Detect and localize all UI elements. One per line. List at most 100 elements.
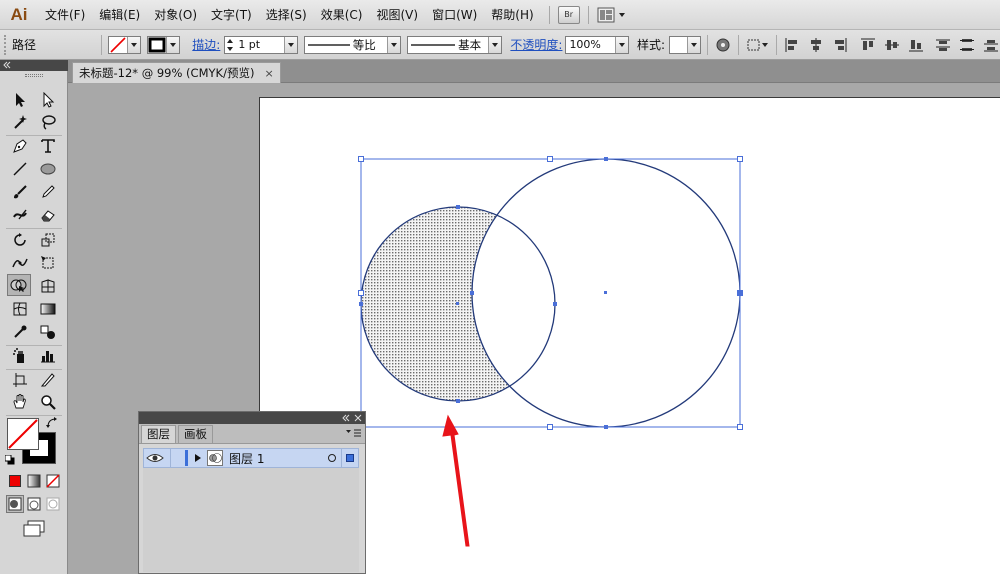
menu-effect[interactable]: 效果(C) (314, 0, 370, 30)
ellipse-tool[interactable] (36, 158, 60, 180)
bridge-button[interactable]: Br (557, 5, 580, 24)
selection-tool[interactable] (8, 89, 32, 111)
target-circle-icon[interactable] (327, 453, 337, 463)
gradient-mode-button[interactable] (25, 473, 43, 489)
align-horizontal-center-button[interactable] (807, 36, 825, 54)
zoom-tool[interactable] (36, 391, 60, 413)
arrange-documents-button[interactable] (597, 7, 627, 23)
document-tab[interactable]: 未标题-12* @ 99% (CMYK/预览) × (72, 62, 281, 83)
close-icon[interactable] (354, 414, 362, 422)
rotate-tool[interactable] (8, 229, 32, 251)
recolor-artwork-button[interactable] (714, 36, 732, 54)
align-vertical-center-button[interactable] (883, 36, 901, 54)
spinner-arrows-icon[interactable] (225, 37, 235, 53)
tab-artboards[interactable]: 画板 (178, 425, 213, 443)
menu-type[interactable]: 文字(T) (204, 0, 259, 30)
align-left-button[interactable] (783, 36, 801, 54)
opacity-link[interactable]: 不透明度: (510, 36, 562, 53)
default-fill-stroke-icon[interactable] (5, 455, 15, 465)
align-bottom-button[interactable] (907, 36, 925, 54)
artboard-tool[interactable] (8, 369, 32, 391)
blob-brush-tool[interactable] (8, 204, 32, 226)
menu-bar: Ai 文件(F) 编辑(E) 对象(O) 文字(T) 选择(S) 效果(C) 视… (0, 0, 1000, 30)
scale-tool[interactable] (36, 229, 60, 251)
paintbrush-tool[interactable] (8, 181, 32, 203)
type-t-icon (41, 139, 55, 153)
draw-behind-button[interactable] (25, 495, 43, 513)
fill-swatch-front[interactable] (7, 418, 39, 450)
screen-mode-button[interactable] (20, 519, 48, 539)
eyedropper-tool[interactable] (8, 321, 32, 343)
fill-color-dropdown[interactable] (108, 35, 142, 54)
stroke-link[interactable]: 描边: (192, 36, 220, 53)
align-right-button[interactable] (831, 36, 849, 54)
collapse-panel-icon[interactable] (2, 60, 12, 70)
color-mode-button[interactable] (6, 473, 24, 489)
expand-triangle-icon[interactable] (193, 453, 203, 463)
stroke-weight-value[interactable]: 1 pt (238, 38, 284, 51)
swap-fill-stroke-icon[interactable] (46, 417, 58, 429)
gradient-tool[interactable] (36, 298, 60, 320)
pencil-tool[interactable] (36, 181, 60, 203)
layers-panel-header[interactable] (139, 412, 365, 424)
separator (341, 449, 342, 467)
direct-selection-tool[interactable] (36, 89, 60, 111)
panel-grip[interactable] (25, 74, 43, 77)
draw-normal-button[interactable] (6, 495, 24, 513)
graphic-style-dropdown[interactable] (668, 35, 701, 54)
shape-builder-tool[interactable] (7, 274, 31, 296)
distribute-center-button[interactable] (958, 36, 976, 54)
distribute-top-button[interactable] (934, 36, 952, 54)
magic-wand-tool[interactable] (8, 111, 32, 133)
tools-panel-header[interactable] (0, 60, 68, 71)
panel-grip[interactable] (4, 34, 8, 55)
width-tool[interactable] (8, 252, 32, 274)
layer-name[interactable]: 图层 1 (229, 450, 327, 467)
align-left-icon (785, 37, 798, 52)
pen-nib-icon (13, 139, 27, 153)
stroke-weight-field[interactable]: 1 pt (224, 35, 298, 54)
align-top-button[interactable] (859, 36, 877, 54)
shape-builder-icon (10, 279, 27, 292)
type-tool[interactable] (36, 135, 60, 157)
eraser-tool[interactable] (36, 204, 60, 226)
tab-layers[interactable]: 图层 (141, 425, 176, 443)
mesh-tool[interactable] (8, 298, 32, 320)
distribute-bottom-button[interactable] (982, 36, 1000, 54)
menu-edit[interactable]: 编辑(E) (92, 0, 147, 30)
stroke-color-dropdown[interactable] (147, 35, 181, 54)
menu-select[interactable]: 选择(S) (259, 0, 314, 30)
blend-tool[interactable] (36, 321, 60, 343)
variable-width-profile-dropdown[interactable]: 等比 (303, 35, 402, 54)
line-segment-icon (13, 162, 27, 176)
opacity-field[interactable]: 100% (565, 35, 630, 54)
pen-tool[interactable] (8, 135, 32, 157)
hand-tool[interactable] (8, 391, 32, 413)
layer-row[interactable]: 图层 1 (143, 448, 359, 468)
brush-definition-dropdown[interactable]: 基本 (407, 35, 503, 54)
menu-help[interactable]: 帮助(H) (484, 0, 540, 30)
close-icon[interactable]: × (264, 67, 273, 80)
menu-file[interactable]: 文件(F) (38, 0, 92, 30)
column-graph-tool[interactable] (36, 345, 60, 367)
line-segment-tool[interactable] (8, 158, 32, 180)
chevron-down-icon (615, 36, 629, 53)
menu-window[interactable]: 窗口(W) (425, 0, 484, 30)
lasso-tool[interactable] (36, 111, 60, 133)
draw-inside-button[interactable] (44, 495, 62, 513)
separator (6, 415, 62, 416)
symbol-sprayer-tool[interactable] (8, 345, 32, 367)
none-swatch-icon (46, 474, 60, 488)
panel-menu-icon[interactable] (346, 428, 362, 438)
eye-visibility-icon[interactable] (146, 451, 164, 465)
none-mode-button[interactable] (44, 473, 62, 489)
collapse-panel-icon[interactable] (341, 414, 351, 422)
menu-view[interactable]: 视图(V) (369, 0, 425, 30)
selection-indicator[interactable] (346, 454, 354, 462)
free-transform-tool[interactable] (36, 252, 60, 274)
menu-object[interactable]: 对象(O) (147, 0, 204, 30)
slice-tool[interactable] (36, 369, 60, 391)
perspective-grid-tool[interactable] (36, 275, 60, 297)
align-to-dropdown[interactable] (745, 36, 771, 54)
opacity-value[interactable]: 100% (569, 38, 615, 51)
